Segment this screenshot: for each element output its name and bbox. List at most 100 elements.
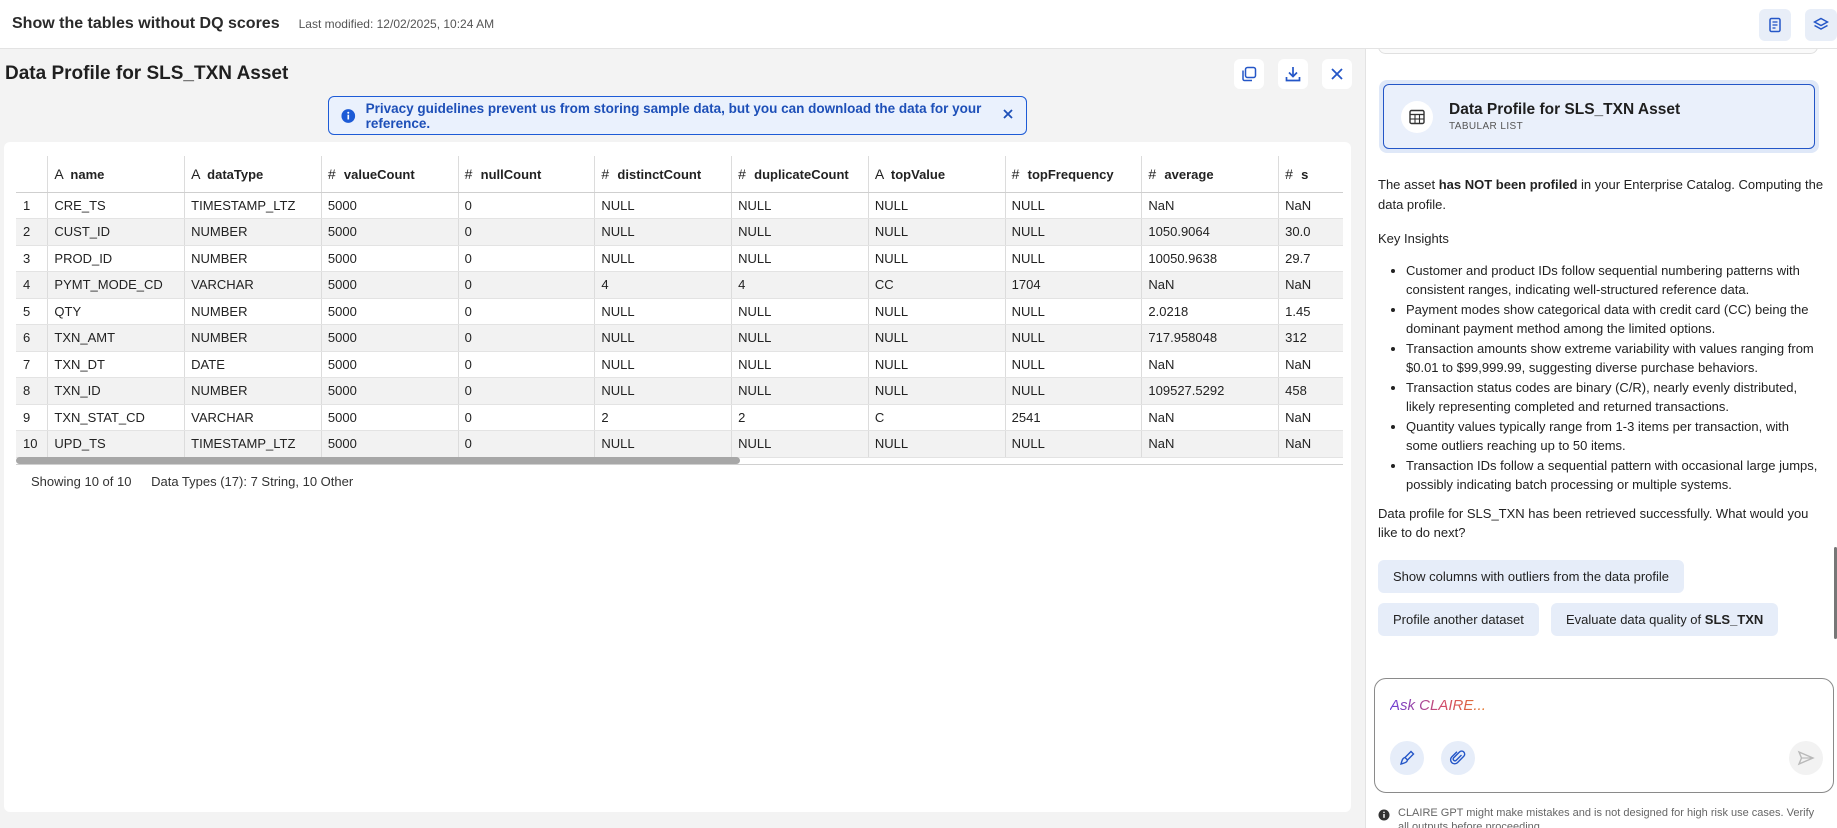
table-row: 2 CUST_ID NUMBER 5000 0 NULL NULL NULL NULL 1050.… <box>16 218 1343 246</box>
evaluate-quality-chip[interactable]: Evaluate data quality of SLS_TXN <box>1551 603 1779 636</box>
table-cell: 0 <box>458 245 596 272</box>
table-cell: NaN <box>1278 404 1343 431</box>
table-cell: C <box>868 404 1006 431</box>
table-cell: NULL <box>731 192 869 219</box>
table-row: 3 PROD_ID NUMBER 5000 0 NULL NULL NULL NULL 10050… <box>16 245 1343 272</box>
send-button[interactable] <box>1789 741 1823 775</box>
table-cell: 5000 <box>321 245 459 272</box>
table-cell: 0 <box>458 324 596 352</box>
insights-heading: Key Insights <box>1378 231 1449 246</box>
column-header-topValue[interactable]: AtopValue <box>868 156 1006 193</box>
next-step-text: Data profile for SLS_TXN has been retrie… <box>1378 505 1809 541</box>
table-icon <box>1409 109 1425 124</box>
disclaimer: CLAIRE GPT might make mistakes and is no… <box>1378 806 1828 828</box>
table-cell: NULL <box>868 218 1006 246</box>
table-cell: NULL <box>731 324 869 352</box>
insight-item: Transaction amounts show extreme variabi… <box>1406 339 1824 378</box>
table-cell: NULL <box>1005 218 1143 246</box>
table-cell: 717.958048 <box>1141 324 1280 352</box>
column-header-label: topFrequency <box>1027 166 1114 182</box>
table-cell: 0 <box>458 430 596 458</box>
close-panel-button[interactable] <box>1322 59 1352 89</box>
download-button[interactable] <box>1278 59 1308 89</box>
table-cell: 29.7 <box>1278 245 1343 272</box>
column-header-dataType[interactable]: AdataType <box>184 156 322 193</box>
column-type-indicator: A <box>54 165 64 182</box>
column-header-label: name <box>70 166 105 182</box>
row-number: 1 <box>16 192 49 219</box>
table-cell: PROD_ID <box>47 245 186 272</box>
row-number: 10 <box>16 430 49 458</box>
column-header-name[interactable]: Aname <box>47 156 186 193</box>
column-header-label: dataType <box>207 166 264 182</box>
table-cell: NUMBER <box>184 324 322 352</box>
column-header-nullCount[interactable]: # nullCount <box>458 156 596 193</box>
table-cell: 30.0 <box>1278 218 1343 246</box>
row-number: 7 <box>16 351 49 378</box>
copy-button[interactable] <box>1234 59 1264 89</box>
disclaimer-text: CLAIRE GPT might make mistakes and is no… <box>1398 807 1815 828</box>
asset-icon-wrap <box>1401 100 1433 133</box>
table-cell: NUMBER <box>184 218 322 246</box>
horizontal-scrollbar[interactable] <box>16 457 1343 465</box>
column-header-valueCount[interactable]: # valueCount <box>321 156 459 193</box>
show-outliers-chip[interactable]: Show columns with outliers from the data… <box>1378 560 1685 593</box>
column-type-indicator: A <box>874 165 885 182</box>
profile-table-scroll[interactable]: Aname AdataType # valueCount # nullCount # dist… <box>16 156 1343 480</box>
brush-button[interactable] <box>1390 741 1424 775</box>
asset-card[interactable]: Data Profile for SLS_TXN Asset TABULAR L… <box>1379 80 1819 153</box>
table-cell: NUMBER <box>184 377 322 405</box>
table-cell: 5000 <box>321 271 459 299</box>
table-cell: VARCHAR <box>184 271 322 299</box>
table-cell: NaN <box>1278 271 1343 299</box>
row-number-header <box>16 156 49 193</box>
table-cell: CRE_TS <box>47 192 186 219</box>
table-cell: NULL <box>1005 298 1143 325</box>
table-cell: 5000 <box>321 324 459 352</box>
table-cell: NaN <box>1141 351 1280 378</box>
table-cell: 0 <box>458 298 596 325</box>
dismiss-banner-button[interactable] <box>1002 107 1014 125</box>
table-cell: NULL <box>594 351 733 378</box>
table-cell: 5000 <box>321 430 459 458</box>
table-cell: NULL <box>594 324 733 352</box>
info-icon <box>1378 809 1390 821</box>
table-cell: NaN <box>1141 192 1280 219</box>
scrollbar-thumb[interactable] <box>16 457 740 464</box>
showing-count: Showing 10 of 10 <box>31 474 132 489</box>
document-button[interactable] <box>1759 9 1791 41</box>
table-header-row: Aname AdataType # valueCount # nullCount # dist… <box>16 156 1343 193</box>
insight-item: Transaction status codes are binary (C/R… <box>1406 378 1824 417</box>
column-type-indicator: # <box>464 165 473 182</box>
chat-input[interactable]: Ask CLAIRE... <box>1390 697 1486 714</box>
table-cell: NUMBER <box>184 245 322 272</box>
table-cell: 0 <box>458 192 596 219</box>
column-type-indicator: A <box>191 165 201 182</box>
column-header-average[interactable]: # average <box>1141 156 1280 193</box>
table-cell: NULL <box>1005 377 1143 405</box>
column-header-s[interactable]: # s <box>1278 156 1343 193</box>
asset-card-title: Data Profile for SLS_TXN Asset <box>1449 101 1681 118</box>
insight-item: Quantity values typically range from 1-3… <box>1406 417 1824 456</box>
layers-button[interactable] <box>1805 9 1837 41</box>
intro-before: The asset <box>1378 177 1439 192</box>
table-cell: 0 <box>458 377 596 405</box>
table-cell: NaN <box>1278 430 1343 458</box>
table-cell: QTY <box>47 298 186 325</box>
table-cell: 5000 <box>321 192 459 219</box>
profile-another-chip[interactable]: Profile another dataset <box>1378 603 1539 636</box>
chat-composer: Ask CLAIRE... <box>1374 678 1834 793</box>
table-cell: NULL <box>594 192 733 219</box>
table-cell: NULL <box>594 298 733 325</box>
table-cell: TXN_STAT_CD <box>47 404 186 431</box>
row-number: 3 <box>16 245 49 272</box>
column-type-indicator: # <box>1148 165 1157 182</box>
table-cell: NaN <box>1141 271 1280 299</box>
asset-card-subtitle: TABULAR LIST <box>1449 121 1524 132</box>
column-header-duplicateCount[interactable]: # duplicateCount <box>731 156 869 193</box>
table-cell: NULL <box>594 430 733 458</box>
column-header-topFrequency[interactable]: # topFrequency <box>1005 156 1143 193</box>
attach-button[interactable] <box>1441 741 1475 775</box>
column-header-distinctCount[interactable]: # distinctCount <box>594 156 733 193</box>
column-type-indicator: # <box>738 165 746 182</box>
